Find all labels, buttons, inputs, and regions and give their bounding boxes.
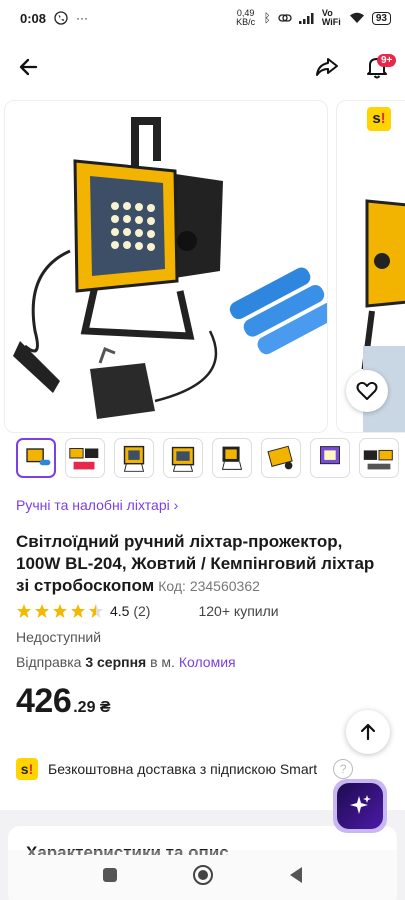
share-icon[interactable] xyxy=(314,54,340,80)
star-icon xyxy=(35,604,49,618)
call-icon xyxy=(54,11,68,25)
thumbnail-strip xyxy=(16,438,399,478)
product-code: Код: 234560362 xyxy=(158,578,260,594)
star-icon xyxy=(17,604,31,618)
category-link[interactable]: Ручні та налобні ліхтарі › xyxy=(16,497,178,513)
more-notifications-icon: ··· xyxy=(76,11,89,25)
smart-delivery-banner[interactable]: s! Безкоштовна доставка з підпискою Smar… xyxy=(16,758,354,780)
thumb-image xyxy=(69,448,99,470)
price: 426 .29 ₴ xyxy=(16,682,111,721)
ai-assistant-button[interactable] xyxy=(333,779,387,833)
wifi-icon xyxy=(349,12,364,23)
thumbnail-6[interactable] xyxy=(261,438,301,478)
rating-row[interactable]: 4.5 (2) 120+ купили xyxy=(16,603,279,619)
recent-apps-icon[interactable] xyxy=(102,867,118,883)
thumbnail-7[interactable] xyxy=(310,438,350,478)
thumb-image xyxy=(320,446,340,465)
battery-icon: 93 xyxy=(371,11,391,25)
arrow-up-icon xyxy=(360,723,376,741)
back-arrow-icon[interactable] xyxy=(16,54,42,80)
clock: 0:08 xyxy=(20,10,47,26)
seller-smart-logo: s! xyxy=(367,107,391,131)
status-bar: 0:08 ··· 0,49 KB/c ᛒ Vo WiFi 93 xyxy=(0,0,405,36)
thumb-image xyxy=(123,445,145,472)
product-gallery[interactable]: s! xyxy=(0,100,405,433)
thumbnail-3[interactable] xyxy=(114,438,154,478)
thumb-image xyxy=(171,446,195,472)
star-rating xyxy=(16,603,104,619)
net-speed: 0,49 KB/c xyxy=(236,8,256,27)
availability-status: Недоступний xyxy=(16,629,102,645)
home-icon[interactable] xyxy=(192,864,214,886)
scroll-top-button[interactable] xyxy=(346,710,390,754)
notification-badge: 9+ xyxy=(377,54,397,67)
price-cents: .29 ₴ xyxy=(73,699,111,716)
thumbnail-8[interactable] xyxy=(359,438,399,478)
floodlight-illustration xyxy=(13,117,327,419)
price-main: 426 xyxy=(16,682,72,720)
purchase-count: 120+ купили xyxy=(198,603,279,619)
star-icon xyxy=(71,604,85,618)
chevron-right-icon: › xyxy=(173,497,179,513)
shipping-prefix: Відправка xyxy=(16,654,82,670)
smart-delivery-text: Безкоштовна доставка з підпискою Smart xyxy=(48,761,318,777)
shipping-info: Відправка 3 серпня в м. Коломия xyxy=(16,654,236,670)
smart-logo: s! xyxy=(16,758,38,780)
shipping-mid: в м. xyxy=(150,654,175,670)
favorite-button[interactable] xyxy=(346,370,388,412)
back-triangle-icon[interactable] xyxy=(288,866,304,884)
sparkle-icon xyxy=(350,795,371,814)
category-label: Ручні та налобні ліхтарі xyxy=(16,497,170,513)
thumb-image xyxy=(26,448,51,466)
vowifi-label: Vo WiFi xyxy=(321,8,341,27)
link-icon xyxy=(278,14,292,22)
star-icon xyxy=(89,604,103,618)
thumb-image xyxy=(267,445,293,470)
thumbnail-1[interactable] xyxy=(16,438,56,478)
heart-icon xyxy=(356,381,378,400)
review-count: (2) xyxy=(133,603,151,619)
product-title: Світлоїдний ручний ліхтар-прожектор, 100… xyxy=(16,531,388,597)
thumbnail-4[interactable] xyxy=(163,438,203,478)
thumbnail-2[interactable] xyxy=(65,438,105,478)
bluetooth-icon: ᛒ xyxy=(263,11,271,25)
thumb-image xyxy=(221,446,243,470)
main-product-photo[interactable] xyxy=(4,100,328,433)
help-icon[interactable]: ? xyxy=(333,759,354,779)
star-icon xyxy=(53,604,67,618)
top-bar xyxy=(0,46,405,90)
thumb-image xyxy=(363,449,393,470)
shipping-date: 3 серпня xyxy=(85,654,147,670)
system-nav-bar xyxy=(0,850,405,900)
rating-value: 4.5 xyxy=(110,603,130,619)
thumbnail-5[interactable] xyxy=(212,438,252,478)
shipping-city-link[interactable]: Коломия xyxy=(179,654,236,670)
signal-icon xyxy=(298,12,314,24)
